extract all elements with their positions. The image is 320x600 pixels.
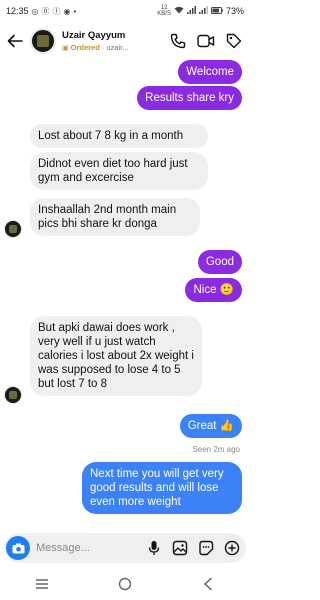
battery-icon xyxy=(210,6,223,16)
header-actions xyxy=(168,31,244,51)
username-suffix: · uzair... xyxy=(101,43,129,52)
ordered-icon: ▣ xyxy=(62,44,69,52)
message-bubble-outgoing[interactable]: Results share kry xyxy=(137,86,242,110)
tag-icon[interactable] xyxy=(224,31,244,51)
message-bubble-incoming[interactable]: Inshaallah 2nd month main pics bhi share… xyxy=(30,198,200,236)
instagram-icon: ◉ xyxy=(63,6,71,16)
sender-avatar-image xyxy=(9,225,17,233)
contact-info[interactable]: Uzair Qayyum ▣ Ordered · uzair... xyxy=(62,30,162,52)
network-speed-unit: KB/S xyxy=(157,11,171,17)
avatar[interactable] xyxy=(30,28,56,54)
status-time: 12:35 xyxy=(6,6,29,16)
pinterest-icon: ⓪ xyxy=(41,6,50,16)
chat-header: Uzair Qayyum ▣ Ordered · uzair... xyxy=(0,22,250,60)
status-bar: 12:35 ◎ ⓪ ⓕ ◉ • 12 KB/S 73% xyxy=(0,0,250,22)
more-dot-icon: • xyxy=(73,6,77,16)
wifi-icon xyxy=(174,6,184,16)
facebook-icon: ⓕ xyxy=(52,6,61,16)
message-bubble-outgoing[interactable]: Welcome xyxy=(178,60,242,84)
sender-avatar-image xyxy=(9,391,17,399)
video-call-icon[interactable] xyxy=(196,31,216,51)
status-right: 12 KB/S 73% xyxy=(157,5,244,17)
system-nav-bar xyxy=(0,568,250,600)
signal-icon-2 xyxy=(198,6,208,16)
message-bubble-incoming[interactable]: But apki dawai does work , very well if … xyxy=(30,316,202,396)
battery-percent: 73% xyxy=(225,6,244,16)
home-icon[interactable] xyxy=(113,572,137,596)
add-circle-icon[interactable] xyxy=(222,538,242,558)
message-bubble-outgoing[interactable]: Next time you will get very good results… xyxy=(82,462,242,514)
recent-apps-icon[interactable] xyxy=(30,572,54,596)
gallery-icon[interactable] xyxy=(170,538,190,558)
camera-icon xyxy=(12,543,24,553)
message-bubble-outgoing[interactable]: Nice 🙂 xyxy=(185,278,242,302)
microphone-icon[interactable] xyxy=(144,538,164,558)
back-arrow-icon[interactable] xyxy=(6,32,24,50)
sender-avatar xyxy=(4,220,22,238)
sticker-icon[interactable] xyxy=(196,538,216,558)
message-input[interactable] xyxy=(36,542,138,554)
status-left: 12:35 ◎ ⓪ ⓕ ◉ • xyxy=(6,6,76,17)
phone-call-icon[interactable] xyxy=(168,31,188,51)
ordered-label: Ordered xyxy=(70,43,100,52)
network-speed: 12 KB/S xyxy=(157,5,171,17)
whatsapp-icon: ◎ xyxy=(31,6,39,16)
message-bubble-outgoing[interactable]: Great 👍 xyxy=(179,414,242,438)
contact-name: Uzair Qayyum xyxy=(62,30,126,41)
seen-status: Seen 2m ago xyxy=(192,445,240,454)
message-list[interactable]: Welcome Results share kry Lost about 7 8… xyxy=(0,58,250,530)
message-bubble-outgoing[interactable]: Good xyxy=(197,250,242,274)
message-bubble-incoming[interactable]: Didnot even diet too hard just gym and e… xyxy=(30,152,208,190)
sender-avatar xyxy=(4,386,22,404)
avatar-image xyxy=(37,35,49,47)
back-nav-icon[interactable] xyxy=(196,572,220,596)
message-composer xyxy=(4,533,246,563)
message-bubble-incoming[interactable]: Lost about 7 8 kg in a month xyxy=(30,124,208,148)
signal-icon xyxy=(186,6,196,16)
camera-button[interactable] xyxy=(6,536,30,560)
contact-subtitle: ▣ Ordered · uzair... xyxy=(62,43,162,52)
